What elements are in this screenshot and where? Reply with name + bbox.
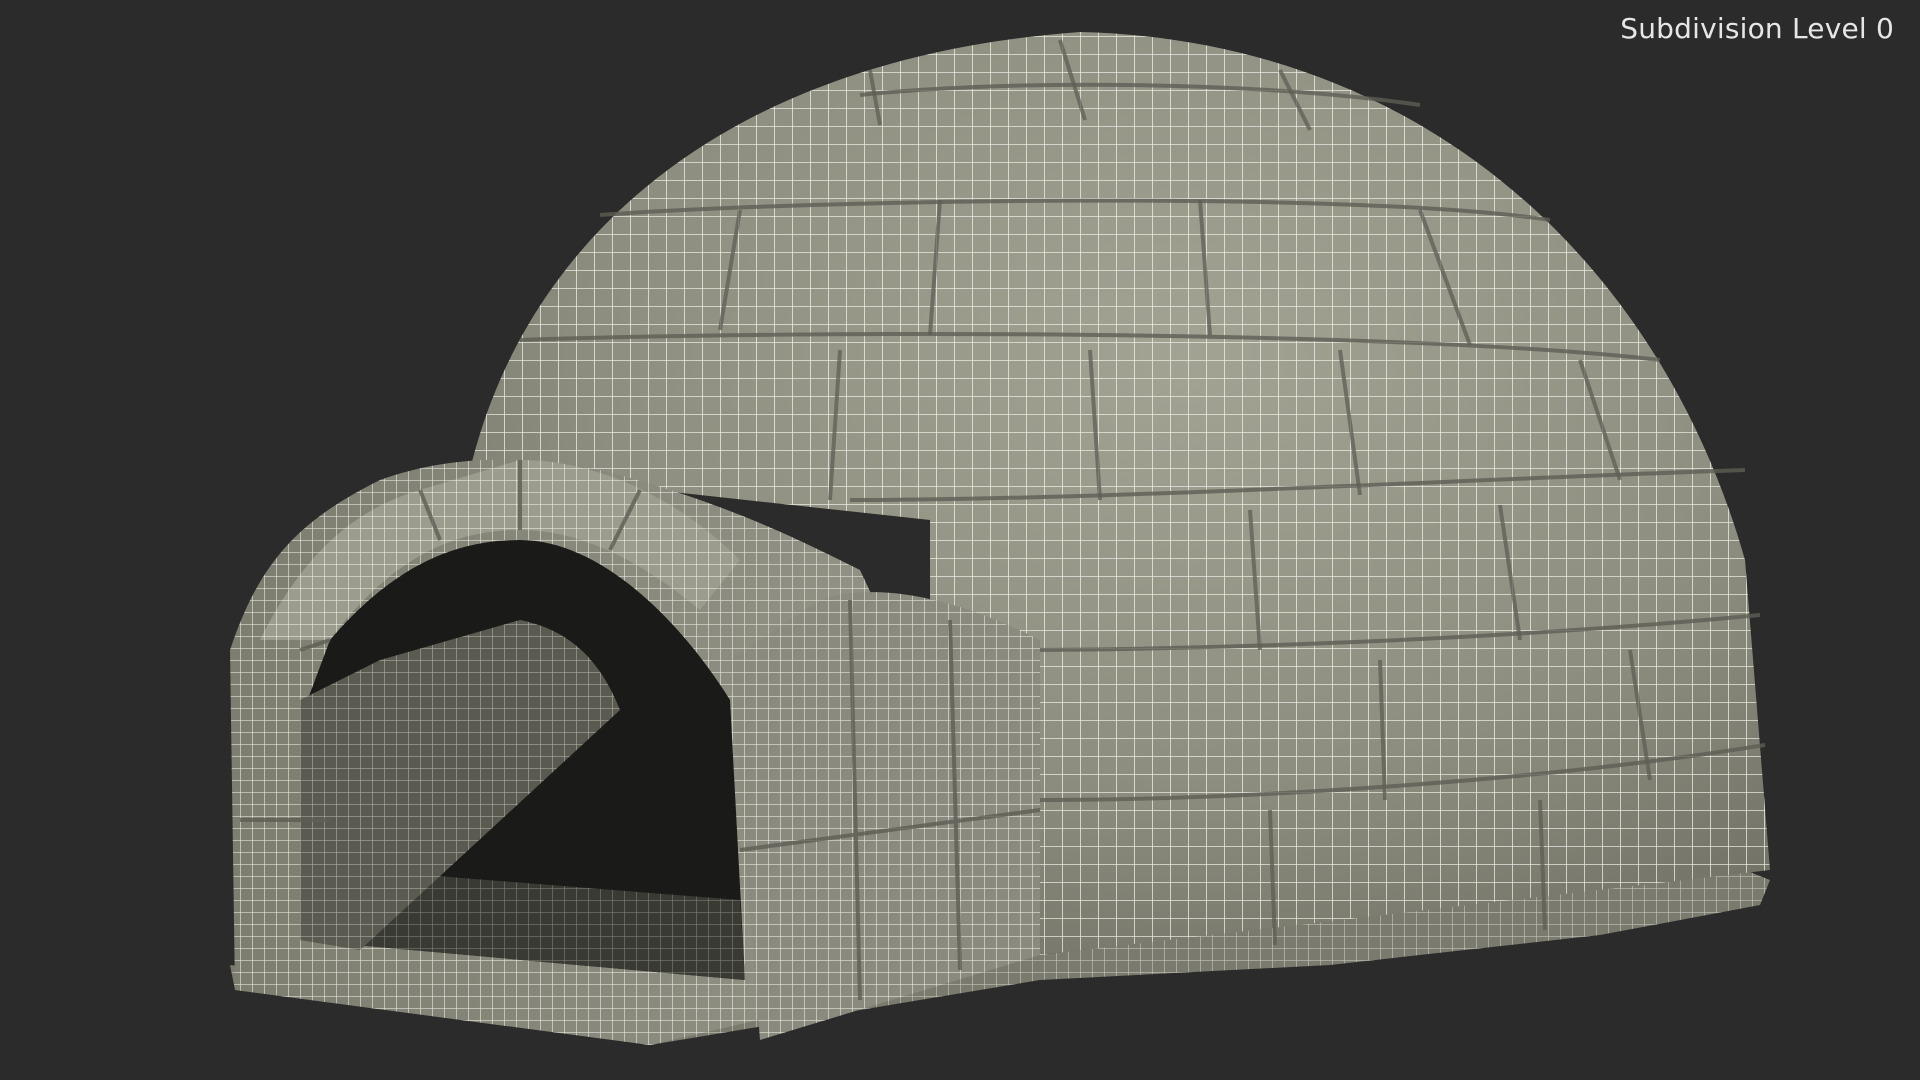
subdivision-level-label: Subdivision Level 0 [1620, 12, 1894, 45]
3d-viewport[interactable]: Subdivision Level 0 [0, 0, 1920, 1080]
igloo-entrance-tunnel [230, 459, 1041, 1045]
igloo-render [230, 32, 1770, 1045]
